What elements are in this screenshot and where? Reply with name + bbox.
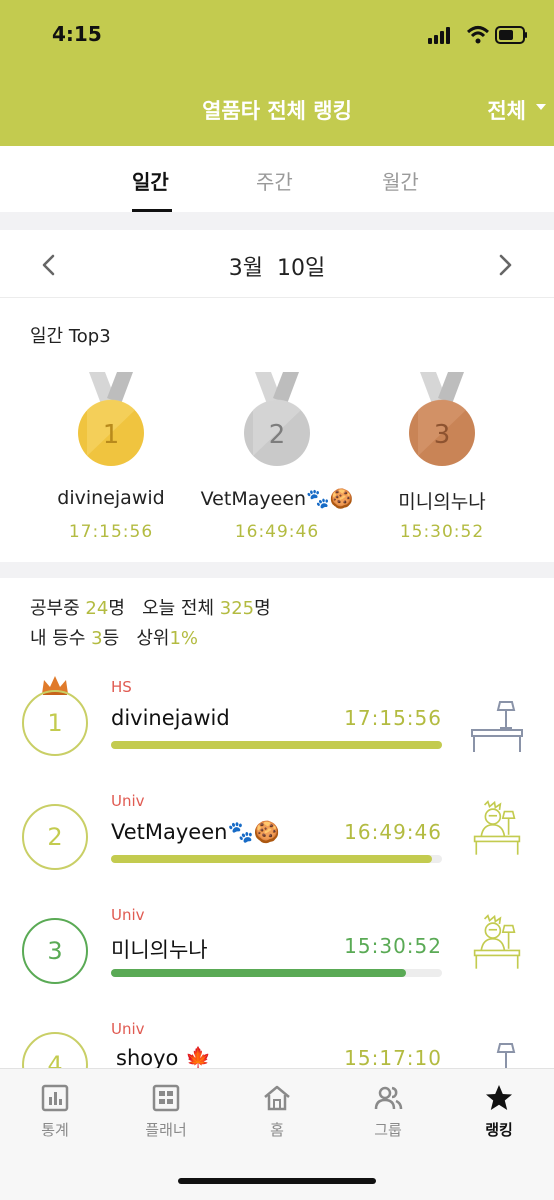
nav-group[interactable]: 그룹 xyxy=(338,1083,438,1140)
chevron-right-icon[interactable] xyxy=(492,252,518,278)
school-tag: Univ xyxy=(111,1020,145,1038)
user-name: VetMayeen🐾🍪 xyxy=(111,820,280,844)
today-label: 오늘 전체 xyxy=(142,598,215,619)
studying-count: 24 xyxy=(85,598,109,619)
progress-bar xyxy=(111,969,442,977)
home-indicator xyxy=(178,1178,376,1184)
today-count: 325 xyxy=(219,598,255,619)
my-rank-value: 3 xyxy=(91,628,103,649)
group-icon xyxy=(374,1086,403,1110)
silver-medal-icon: 2 xyxy=(244,372,310,466)
stats-icon xyxy=(41,1084,69,1112)
studying-stats: 공부중 24명 오늘 전체 325명 xyxy=(30,594,271,620)
nav-label: 그룹 xyxy=(374,1121,402,1139)
date-selector: 3월 10일 xyxy=(0,230,554,298)
school-tag: Univ xyxy=(111,792,145,810)
my-rank-stats: 내 등수 3등 상위1% xyxy=(30,624,198,650)
study-time: 16:49:46 xyxy=(344,820,442,844)
top3-title: 일간 Top3 xyxy=(30,326,111,347)
medal-number: 1 xyxy=(103,420,120,450)
bronze-medal-icon: 3 xyxy=(409,372,475,466)
nav-label: 통계 xyxy=(41,1121,69,1139)
nav-planner[interactable]: 플래너 xyxy=(116,1083,216,1140)
school-tag: HS xyxy=(111,678,132,696)
medal-number: 3 xyxy=(434,420,451,450)
status-icons xyxy=(428,26,527,44)
home-icon xyxy=(264,1085,290,1111)
page-title: 열품타 전체 랭킹 xyxy=(202,99,352,123)
filter-dropdown[interactable]: 전체 xyxy=(487,95,546,125)
tab-daily[interactable]: 일간 xyxy=(132,166,169,195)
top-percent-value: 1% xyxy=(169,628,199,649)
period-tabs: 일간 주간 월간 xyxy=(0,146,554,212)
my-rank-label: 내 등수 xyxy=(30,628,86,649)
school-tag: Univ xyxy=(111,906,145,924)
medal-name: 미니의누나 xyxy=(398,491,486,513)
section-divider xyxy=(0,212,554,230)
user-name: 미니의누나 xyxy=(111,938,208,962)
study-time: 17:15:56 xyxy=(344,706,442,730)
medal-number: 2 xyxy=(269,420,286,450)
caret-down-icon xyxy=(536,104,546,110)
ranking-row[interactable]: 1 HS divinejawid 17:15:56 xyxy=(0,672,554,782)
user-name: divinejawid xyxy=(111,706,230,730)
filter-label: 전체 xyxy=(487,99,526,123)
progress-bar xyxy=(111,855,442,863)
top-percent-label: 상위 xyxy=(136,628,170,649)
tab-weekly[interactable]: 주간 xyxy=(256,166,293,195)
tab-monthly[interactable]: 월간 xyxy=(382,166,419,195)
nav-home[interactable]: 홈 xyxy=(227,1083,327,1140)
progress-fill xyxy=(111,741,442,749)
desk-lamp-icon xyxy=(471,701,523,752)
progress-fill xyxy=(111,969,406,977)
status-time: 4:15 xyxy=(52,22,102,46)
nav-ranking[interactable]: 랭킹 xyxy=(449,1083,549,1140)
progress-bar xyxy=(111,741,442,749)
medal-time: 15:30:52 xyxy=(399,522,485,542)
planner-icon xyxy=(152,1084,180,1112)
medal-name: VetMayeen🐾🍪 xyxy=(200,488,354,510)
study-time: 15:17:10 xyxy=(344,1046,442,1070)
my-rank-unit: 등 xyxy=(102,628,120,649)
section-divider xyxy=(0,562,554,578)
medal-first[interactable]: 1 divinejawid 17:15:56 xyxy=(51,372,171,552)
medal-time: 16:49:46 xyxy=(234,522,320,542)
app-header: 4:15 열품타 전체 랭킹 전체 xyxy=(0,0,554,146)
study-time: 15:30:52 xyxy=(344,934,442,958)
medal-time: 17:15:56 xyxy=(68,522,154,542)
medal-second[interactable]: 2 VetMayeen🐾🍪 16:49:46 xyxy=(201,372,353,552)
rank-number: 1 xyxy=(22,690,88,756)
date-label: 3월 10일 xyxy=(228,256,326,281)
studying-person-icon xyxy=(473,914,521,969)
rank-number: 2 xyxy=(22,804,88,870)
nav-label: 랭킹 xyxy=(485,1121,513,1139)
studying-person-icon xyxy=(473,800,521,855)
gold-medal-icon: 1 xyxy=(78,372,144,466)
today-unit: 명 xyxy=(254,598,271,619)
medal-third[interactable]: 3 미니의누나 15:30:52 xyxy=(382,372,502,552)
nav-label: 홈 xyxy=(270,1121,284,1139)
ranking-row[interactable]: 3 Univ 미니의누나 15:30:52 xyxy=(0,900,554,1010)
progress-fill xyxy=(111,855,433,863)
rank-number: 3 xyxy=(22,918,88,984)
medal-name: divinejawid xyxy=(57,487,165,509)
nav-label: 플래너 xyxy=(145,1121,187,1139)
studying-label: 공부중 xyxy=(30,598,80,619)
star-icon xyxy=(486,1085,512,1110)
nav-stats[interactable]: 통계 xyxy=(5,1083,105,1140)
ranking-row[interactable]: 2 Univ VetMayeen🐾🍪 16:49:46 xyxy=(0,786,554,896)
studying-unit: 명 xyxy=(108,598,125,619)
